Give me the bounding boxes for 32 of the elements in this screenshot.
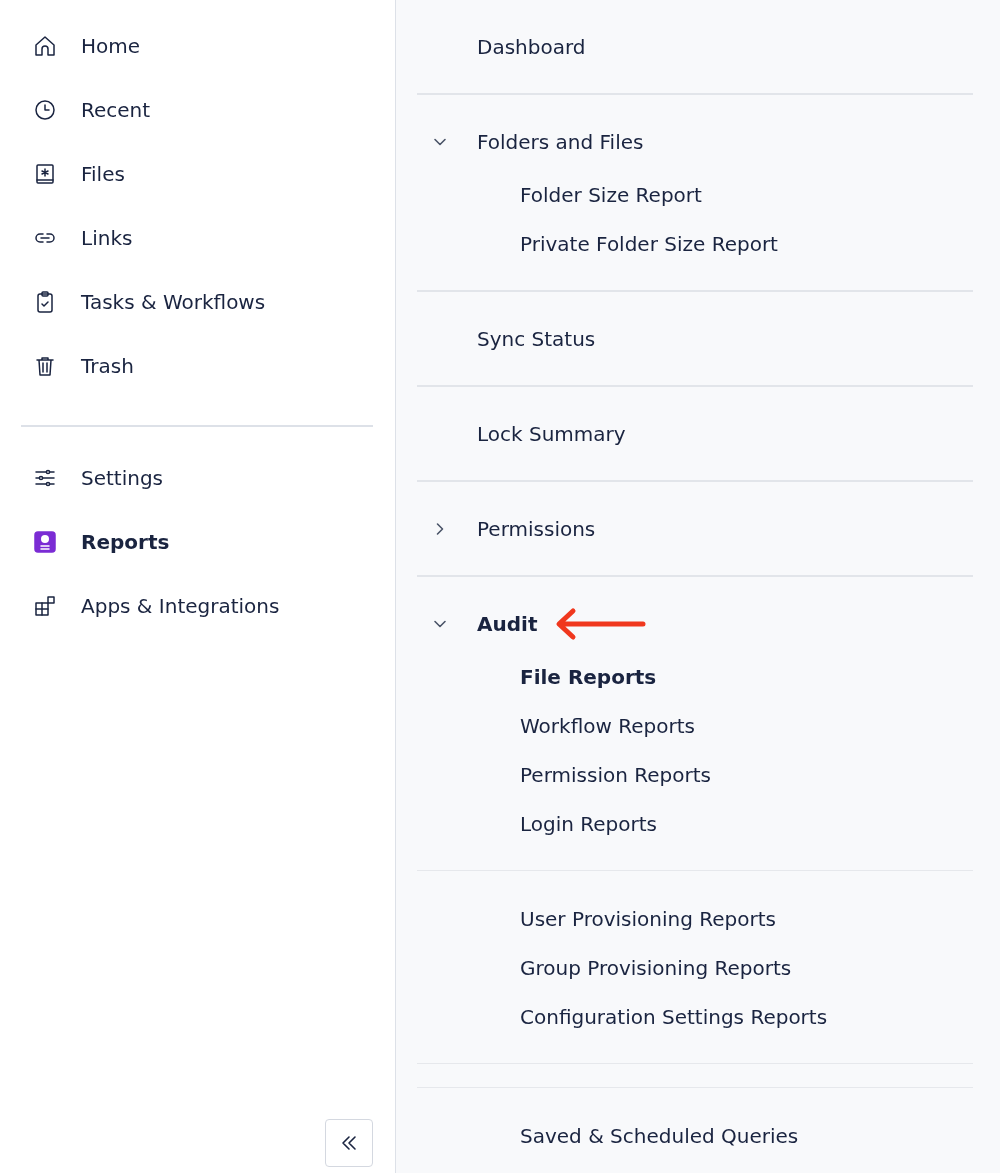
nav-item[interactable]: File Reports <box>520 664 657 689</box>
apps-icon <box>33 594 57 618</box>
nav-item[interactable]: Login Reports <box>520 811 658 836</box>
clock-icon <box>33 98 57 122</box>
collapse-button[interactable] <box>325 1119 373 1167</box>
sidebar-item[interactable]: Apps & Integrations <box>81 594 280 618</box>
trash-icon <box>33 354 57 378</box>
nav-item[interactable]: Configuration Settings Reports <box>520 1004 828 1029</box>
nav-item[interactable]: User Provisioning Reports <box>520 906 776 931</box>
nav-section[interactable]: Dashboard <box>477 35 586 59</box>
nav-item[interactable]: Group Provisioning Reports <box>520 955 792 980</box>
nav-item[interactable]: Folder Size Report <box>520 182 702 207</box>
nav-section[interactable]: Folders and Files <box>477 130 644 154</box>
sidebar-item[interactable]: Reports <box>81 530 170 554</box>
sidebar-item[interactable]: Files <box>81 162 125 186</box>
report-icon <box>33 530 57 554</box>
nav-item[interactable]: Saved & Scheduled Queries <box>520 1123 799 1148</box>
sidebar-item[interactable]: Links <box>81 226 133 250</box>
nav-item[interactable]: Private Folder Size Report <box>520 231 778 256</box>
sidebar-item[interactable]: Tasks & Workflows <box>81 290 266 314</box>
nav-section[interactable]: Permissions <box>477 517 596 541</box>
nav-item[interactable]: Permission Reports <box>520 762 711 787</box>
sidebar-item[interactable]: Trash <box>81 354 134 378</box>
sidebar-item[interactable]: Recent <box>81 98 151 122</box>
sidebar-item[interactable]: Settings <box>81 466 164 490</box>
file-icon <box>33 162 57 186</box>
home-icon <box>33 34 57 58</box>
nav-section[interactable]: Audit <box>477 612 538 636</box>
sidebar-item[interactable]: Home <box>81 34 141 58</box>
nav-section[interactable]: Lock Summary <box>477 422 626 446</box>
nav-section[interactable]: Sync Status <box>477 327 596 351</box>
nav-item[interactable]: Workflow Reports <box>520 713 695 738</box>
